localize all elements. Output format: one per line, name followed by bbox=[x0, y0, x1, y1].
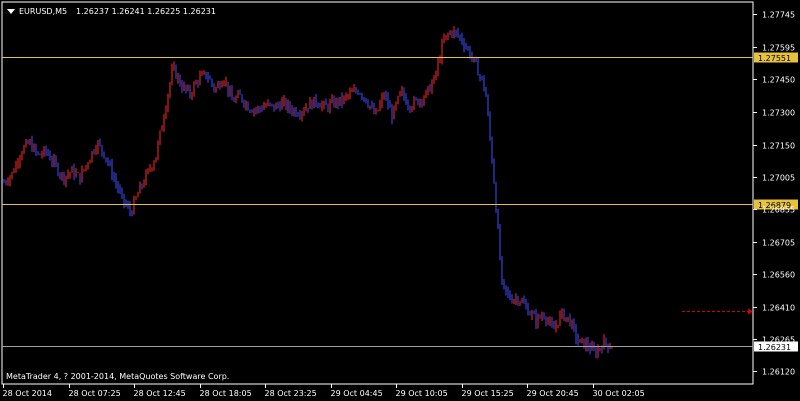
y-tick-label: 1.26410 bbox=[762, 304, 795, 313]
y-tick-label: 1.26855 bbox=[762, 206, 795, 215]
x-tick-label: 28 Oct 23:25 bbox=[265, 389, 317, 398]
y-tick-label: 1.27745 bbox=[762, 11, 795, 20]
ohlc-values: 1.26237 1.26241 1.26225 1.26231 bbox=[76, 7, 216, 16]
copyright-text: MetaTrader 4, ? 2001-2014, MetaQuotes So… bbox=[6, 372, 229, 381]
x-tick-label: 28 Oct 18:05 bbox=[200, 389, 252, 398]
x-tick-label: 28 Oct 12:45 bbox=[134, 389, 186, 398]
y-tick-label: 1.27005 bbox=[762, 174, 795, 183]
y-tick-label: 1.26560 bbox=[762, 271, 795, 280]
chart-window: 1.27551 1.26879 1.26231 1.27745 1.27595 1.27… bbox=[0, 0, 800, 401]
y-tick-label: 1.27150 bbox=[762, 142, 795, 151]
y-tick-label: 1.26705 bbox=[762, 239, 795, 248]
x-tick-label: 29 Oct 10:05 bbox=[396, 389, 448, 398]
x-tick-label: 30 Oct 02:05 bbox=[593, 389, 645, 398]
symbol-label: EURUSD,M5 bbox=[19, 7, 67, 16]
y-tick-label: 1.26265 bbox=[762, 336, 795, 345]
y-tick-label: 1.27595 bbox=[762, 44, 795, 53]
x-tick-label: 29 Oct 04:45 bbox=[331, 389, 383, 398]
y-tick-label: 1.27300 bbox=[762, 109, 795, 118]
x-tick-label: 29 Oct 20:45 bbox=[527, 389, 579, 398]
y-tick-label: 1.27450 bbox=[762, 76, 795, 85]
chart-background bbox=[0, 0, 800, 401]
x-tick-label: 29 Oct 15:25 bbox=[462, 389, 514, 398]
x-tick-label: 28 Oct 07:25 bbox=[69, 389, 121, 398]
price-chart: 1.275511.268791.26231 1.277451.275951.27… bbox=[0, 0, 800, 401]
y-tick-label: 1.26120 bbox=[762, 368, 795, 377]
level-tag-text-resistance: 1.27551 bbox=[758, 54, 791, 63]
x-tick-label: 28 Oct 2014 bbox=[3, 389, 52, 398]
